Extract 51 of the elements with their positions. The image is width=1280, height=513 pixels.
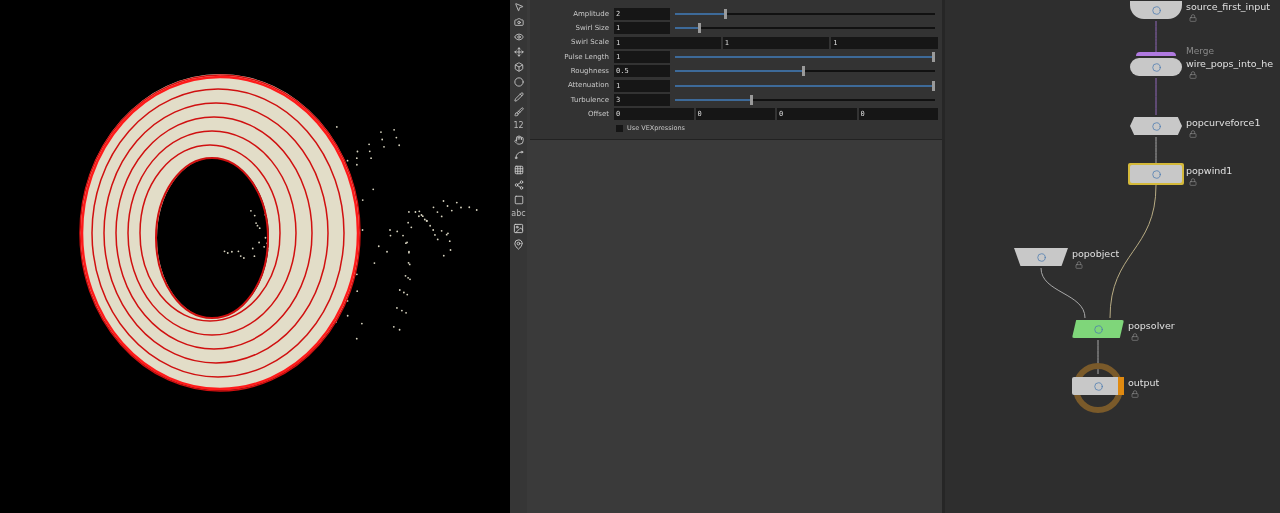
tool-icon[interactable] bbox=[513, 32, 524, 42]
tool-icon[interactable] bbox=[513, 92, 524, 102]
node-name: source_first_input bbox=[1186, 0, 1271, 13]
slider-track[interactable] bbox=[675, 22, 935, 35]
connection-wire bbox=[1040, 267, 1086, 319]
tool-icon[interactable] bbox=[513, 165, 524, 175]
tool-icon[interactable] bbox=[513, 17, 524, 27]
node-name: wire_pops_into_he bbox=[1186, 57, 1274, 70]
tool-icon[interactable] bbox=[513, 180, 524, 190]
node-type-label: Merge bbox=[1186, 46, 1216, 57]
tool-icon[interactable] bbox=[513, 135, 524, 145]
image-icon[interactable] bbox=[513, 223, 524, 234]
slider-thumb[interactable] bbox=[932, 80, 935, 91]
tool-icon[interactable] bbox=[513, 62, 524, 72]
slider-track[interactable] bbox=[675, 8, 935, 21]
slider-thumb[interactable] bbox=[802, 66, 805, 77]
tool-icon[interactable] bbox=[513, 150, 524, 160]
toolbar-label[interactable]: abc bbox=[511, 210, 526, 218]
connection-wire bbox=[1155, 136, 1157, 164]
checkbox[interactable] bbox=[616, 125, 623, 132]
node-glyph-icon bbox=[1151, 169, 1161, 179]
lock-icon bbox=[1131, 390, 1139, 398]
slider-track[interactable] bbox=[675, 93, 935, 106]
tool-icon[interactable] bbox=[513, 195, 524, 205]
slider-thumb[interactable] bbox=[698, 23, 701, 34]
lock-icon bbox=[1131, 333, 1139, 341]
slider-thumb[interactable] bbox=[932, 52, 935, 63]
tool-icon[interactable] bbox=[513, 47, 524, 57]
lock-icon bbox=[1189, 71, 1197, 79]
pin-icon[interactable] bbox=[513, 239, 524, 250]
tool-icon[interactable] bbox=[513, 107, 524, 117]
node-name: popsolver bbox=[1128, 319, 1175, 332]
tool-icon[interactable] bbox=[513, 2, 524, 12]
slider-track[interactable] bbox=[675, 79, 935, 92]
connection-wire bbox=[1097, 339, 1099, 374]
connection-wire bbox=[1155, 77, 1157, 116]
node-name: popobject bbox=[1072, 247, 1120, 260]
lock-icon bbox=[1189, 14, 1197, 22]
toolbar-label[interactable]: 12 bbox=[513, 122, 524, 130]
slider-thumb[interactable] bbox=[750, 94, 753, 105]
node-name: popwind1 bbox=[1186, 164, 1233, 177]
merge-bar bbox=[1136, 52, 1176, 56]
tool-icon[interactable] bbox=[513, 77, 524, 87]
slider-track[interactable] bbox=[675, 65, 935, 78]
slider-track[interactable] bbox=[675, 51, 935, 64]
node-name: popcurveforce1 bbox=[1186, 116, 1261, 129]
slider-thumb[interactable] bbox=[724, 9, 727, 20]
lock-icon bbox=[1189, 178, 1197, 186]
node-name: output bbox=[1128, 376, 1160, 389]
lock-icon bbox=[1075, 261, 1083, 269]
lock-icon bbox=[1189, 130, 1197, 138]
